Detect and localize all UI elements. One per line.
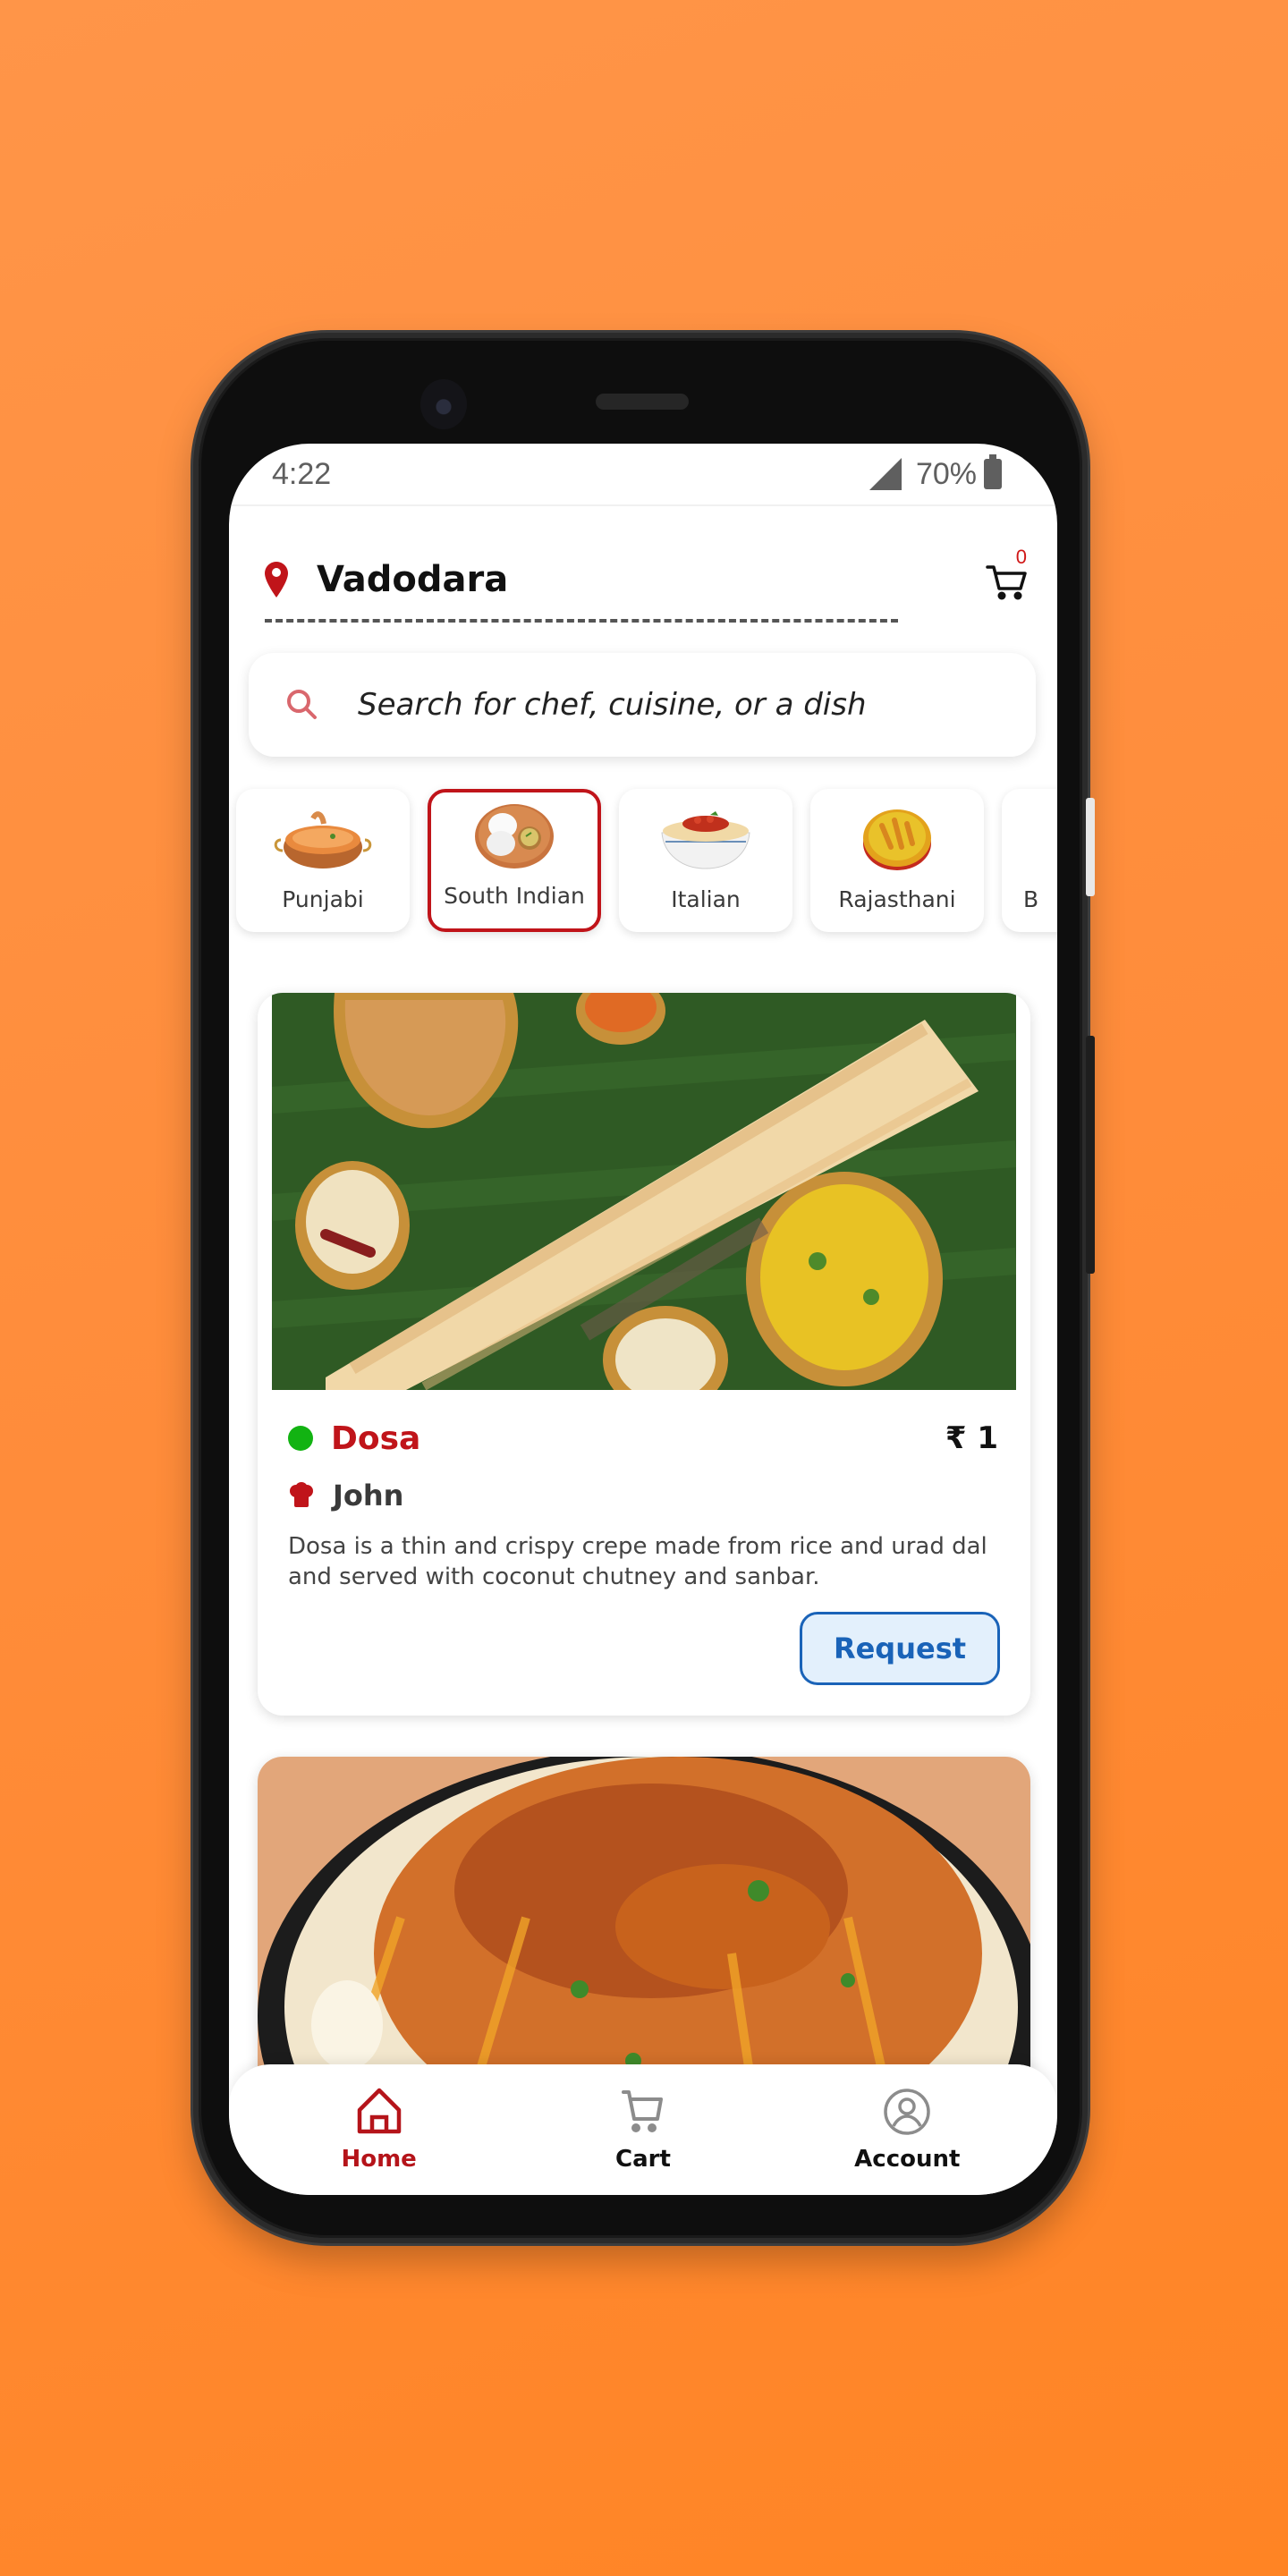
cuisine-label: B bbox=[1023, 886, 1039, 912]
signal-icon bbox=[869, 458, 902, 490]
dosa-photo bbox=[272, 993, 1016, 1390]
dish-description: Dosa is a thin and crispy crepe made fro… bbox=[288, 1533, 987, 1590]
cuisine-card-south-indian[interactable]: South Indian bbox=[428, 789, 601, 932]
location-header: Vadodara 0 bbox=[265, 546, 1030, 605]
account-icon bbox=[884, 2089, 931, 2135]
status-time: 4:22 bbox=[272, 456, 332, 491]
search-input[interactable] bbox=[358, 687, 1036, 723]
nav-label: Account bbox=[854, 2146, 961, 2173]
dish-price: ₹ 1 bbox=[945, 1420, 998, 1456]
rajasthani-dish-icon bbox=[863, 809, 931, 870]
app-screen: 4:22 70% Vadodara 0 Search for chef, cui… bbox=[229, 444, 1057, 2195]
cart-count-badge: 0 bbox=[1015, 546, 1027, 568]
chef-name[interactable]: John bbox=[333, 1479, 403, 1513]
cuisine-card-rajasthani[interactable]: Rajasthani bbox=[810, 789, 984, 932]
nav-home[interactable]: Home bbox=[290, 2087, 469, 2173]
power-button bbox=[1086, 798, 1095, 896]
front-camera bbox=[420, 379, 467, 429]
pasta-bowl-icon bbox=[661, 811, 750, 869]
cuisine-card-punjabi[interactable]: Punjabi bbox=[236, 789, 410, 932]
location-pin-icon bbox=[265, 562, 288, 597]
dish-title: Dosa bbox=[288, 1420, 420, 1457]
dish-card[interactable]: Dosa ₹ 1 John Dosa is a thin and crispy … bbox=[258, 993, 1030, 1716]
nav-label: Cart bbox=[615, 2146, 671, 2173]
bottom-navigation: Home Cart Account bbox=[229, 2064, 1057, 2195]
nav-cart[interactable]: Cart bbox=[554, 2087, 733, 2173]
cuisine-label: Italian bbox=[671, 886, 741, 912]
nav-label: Home bbox=[341, 2146, 417, 2173]
cart-icon bbox=[621, 2090, 663, 2132]
request-button[interactable]: Request bbox=[800, 1612, 1000, 1685]
cuisine-icon bbox=[1039, 802, 1057, 874]
search-icon bbox=[287, 690, 317, 719]
cuisine-label: Punjabi bbox=[282, 886, 364, 912]
location-underline bbox=[265, 619, 898, 623]
search-bar[interactable] bbox=[249, 653, 1036, 757]
battery-percent: 70% bbox=[915, 456, 977, 491]
earpiece-speaker bbox=[596, 394, 689, 410]
home-icon bbox=[357, 2088, 401, 2134]
cuisine-label: Rajasthani bbox=[838, 886, 956, 912]
status-bar: 4:22 70% bbox=[229, 444, 1057, 506]
chef-row: John bbox=[288, 1476, 998, 1515]
volume-button bbox=[1086, 1036, 1095, 1274]
status-indicators: 70% bbox=[869, 454, 1002, 492]
veg-indicator-icon bbox=[288, 1426, 313, 1451]
dish-name: Dosa bbox=[331, 1419, 421, 1457]
punjabi-curry-icon bbox=[274, 811, 372, 869]
cuisine-label: South Indian bbox=[444, 883, 585, 909]
location-name[interactable]: Vadodara bbox=[317, 559, 508, 600]
header-cart-button[interactable]: 0 bbox=[984, 546, 1030, 605]
dish-info: Dosa ₹ 1 John Dosa is a thin and crispy … bbox=[288, 1417, 998, 1592]
idli-plate-icon bbox=[475, 804, 554, 869]
cuisine-card-partial[interactable]: B bbox=[1002, 789, 1057, 932]
cuisine-card-italian[interactable]: Italian bbox=[619, 789, 792, 932]
nav-account[interactable]: Account bbox=[818, 2087, 996, 2173]
dish-title-row: Dosa ₹ 1 bbox=[288, 1417, 998, 1460]
cuisine-category-list: Punjabi South Indian Italian Rajasthani … bbox=[236, 789, 1057, 934]
battery-icon bbox=[984, 454, 1002, 489]
chef-hat-icon bbox=[290, 1482, 313, 1507]
